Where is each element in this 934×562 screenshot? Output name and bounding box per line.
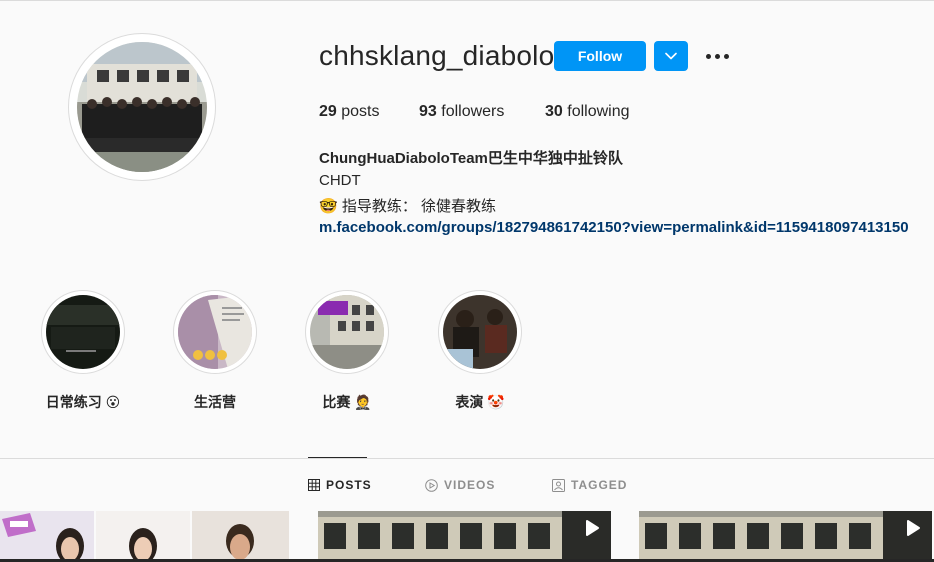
surprised-emoji-icon: 😮 xyxy=(105,394,121,410)
more-dot-icon xyxy=(723,53,729,59)
tab-tagged[interactable]: TAGGED xyxy=(552,478,627,492)
username: chhsklang_diabolo xyxy=(319,40,555,71)
highlight-label: 生活营 xyxy=(171,392,259,412)
tab-videos-label: VIDEOS xyxy=(444,478,496,492)
more-dot-icon xyxy=(714,53,720,59)
highlight-ring xyxy=(41,290,125,374)
post-thumbnail[interactable] xyxy=(0,511,289,562)
highlight-item[interactable]: 生活营 xyxy=(171,290,259,412)
posts-count-value: 29 xyxy=(319,103,337,120)
highlight-ring xyxy=(438,290,522,374)
highlight-item[interactable]: 日常练习 😮 xyxy=(39,290,127,412)
highlight-label-text: 日常练习 xyxy=(45,394,102,410)
highlight-item[interactable]: 比赛 🤵 xyxy=(303,290,391,412)
following-link[interactable]: 30 following xyxy=(545,103,630,121)
highlight-cover xyxy=(46,295,120,369)
play-icon xyxy=(907,520,920,536)
highlight-cover xyxy=(443,295,517,369)
highlight-label: 日常练习 😮 xyxy=(39,392,127,412)
profile-full-name: ChungHuaDiaboloTeam巴生中华独中扯铃队 xyxy=(319,150,623,167)
video-icon xyxy=(425,478,438,492)
highlight-item[interactable]: 表演 🤡 xyxy=(436,290,524,412)
post-thumbnail[interactable] xyxy=(639,511,932,562)
highlight-cover xyxy=(310,295,384,369)
avatar-image xyxy=(77,42,207,172)
highlight-label-text: 比赛 xyxy=(322,394,351,410)
highlight-label: 比赛 🤵 xyxy=(303,392,391,412)
top-border xyxy=(0,0,934,1)
highlight-cover xyxy=(178,295,252,369)
clown-emoji-icon: 🤡 xyxy=(487,394,505,410)
post-thumbnail[interactable] xyxy=(318,511,611,562)
highlight-ring xyxy=(173,290,257,374)
more-dot-icon xyxy=(705,53,711,59)
followers-count-value: 93 xyxy=(419,103,437,120)
tab-posts[interactable]: POSTS xyxy=(308,478,372,492)
grid-icon xyxy=(308,479,320,491)
play-icon xyxy=(586,520,599,536)
more-options-button[interactable] xyxy=(704,44,730,68)
highlight-label-text: 表演 xyxy=(455,394,484,410)
active-tab-indicator xyxy=(308,457,367,458)
nerd-emoji-icon: 🤓 xyxy=(319,198,338,215)
bio-external-link[interactable]: m.facebook.com/groups/182794861742150?vi… xyxy=(319,219,909,236)
person-emoji-icon: 🤵 xyxy=(354,394,372,410)
tab-tagged-label: TAGGED xyxy=(571,478,628,492)
bio-line-1: CHDT xyxy=(319,172,361,189)
highlight-label: 表演 🤡 xyxy=(436,392,524,412)
followers-label: followers xyxy=(441,103,505,120)
highlight-ring xyxy=(305,290,389,374)
tab-videos[interactable]: VIDEOS xyxy=(425,478,495,492)
following-count-value: 30 xyxy=(545,103,563,120)
profile-avatar[interactable] xyxy=(68,33,216,181)
posts-label: posts xyxy=(341,103,380,120)
highlight-label-text: 生活营 xyxy=(194,394,236,410)
followers-link[interactable]: 93 followers xyxy=(419,103,504,121)
tag-icon xyxy=(552,478,565,492)
suggestions-dropdown-button[interactable] xyxy=(654,41,688,71)
tab-divider xyxy=(0,458,934,459)
chevron-down-icon xyxy=(665,52,677,60)
bio-line-2: 🤓 指导教练： 徐健春教练 xyxy=(319,195,496,216)
follow-button[interactable]: Follow xyxy=(554,41,646,71)
following-label: following xyxy=(567,103,630,120)
tab-posts-label: POSTS xyxy=(326,478,372,492)
posts-count: 29 posts xyxy=(319,103,380,121)
bio-coach-text: 指导教练： 徐健春教练 xyxy=(341,198,497,215)
